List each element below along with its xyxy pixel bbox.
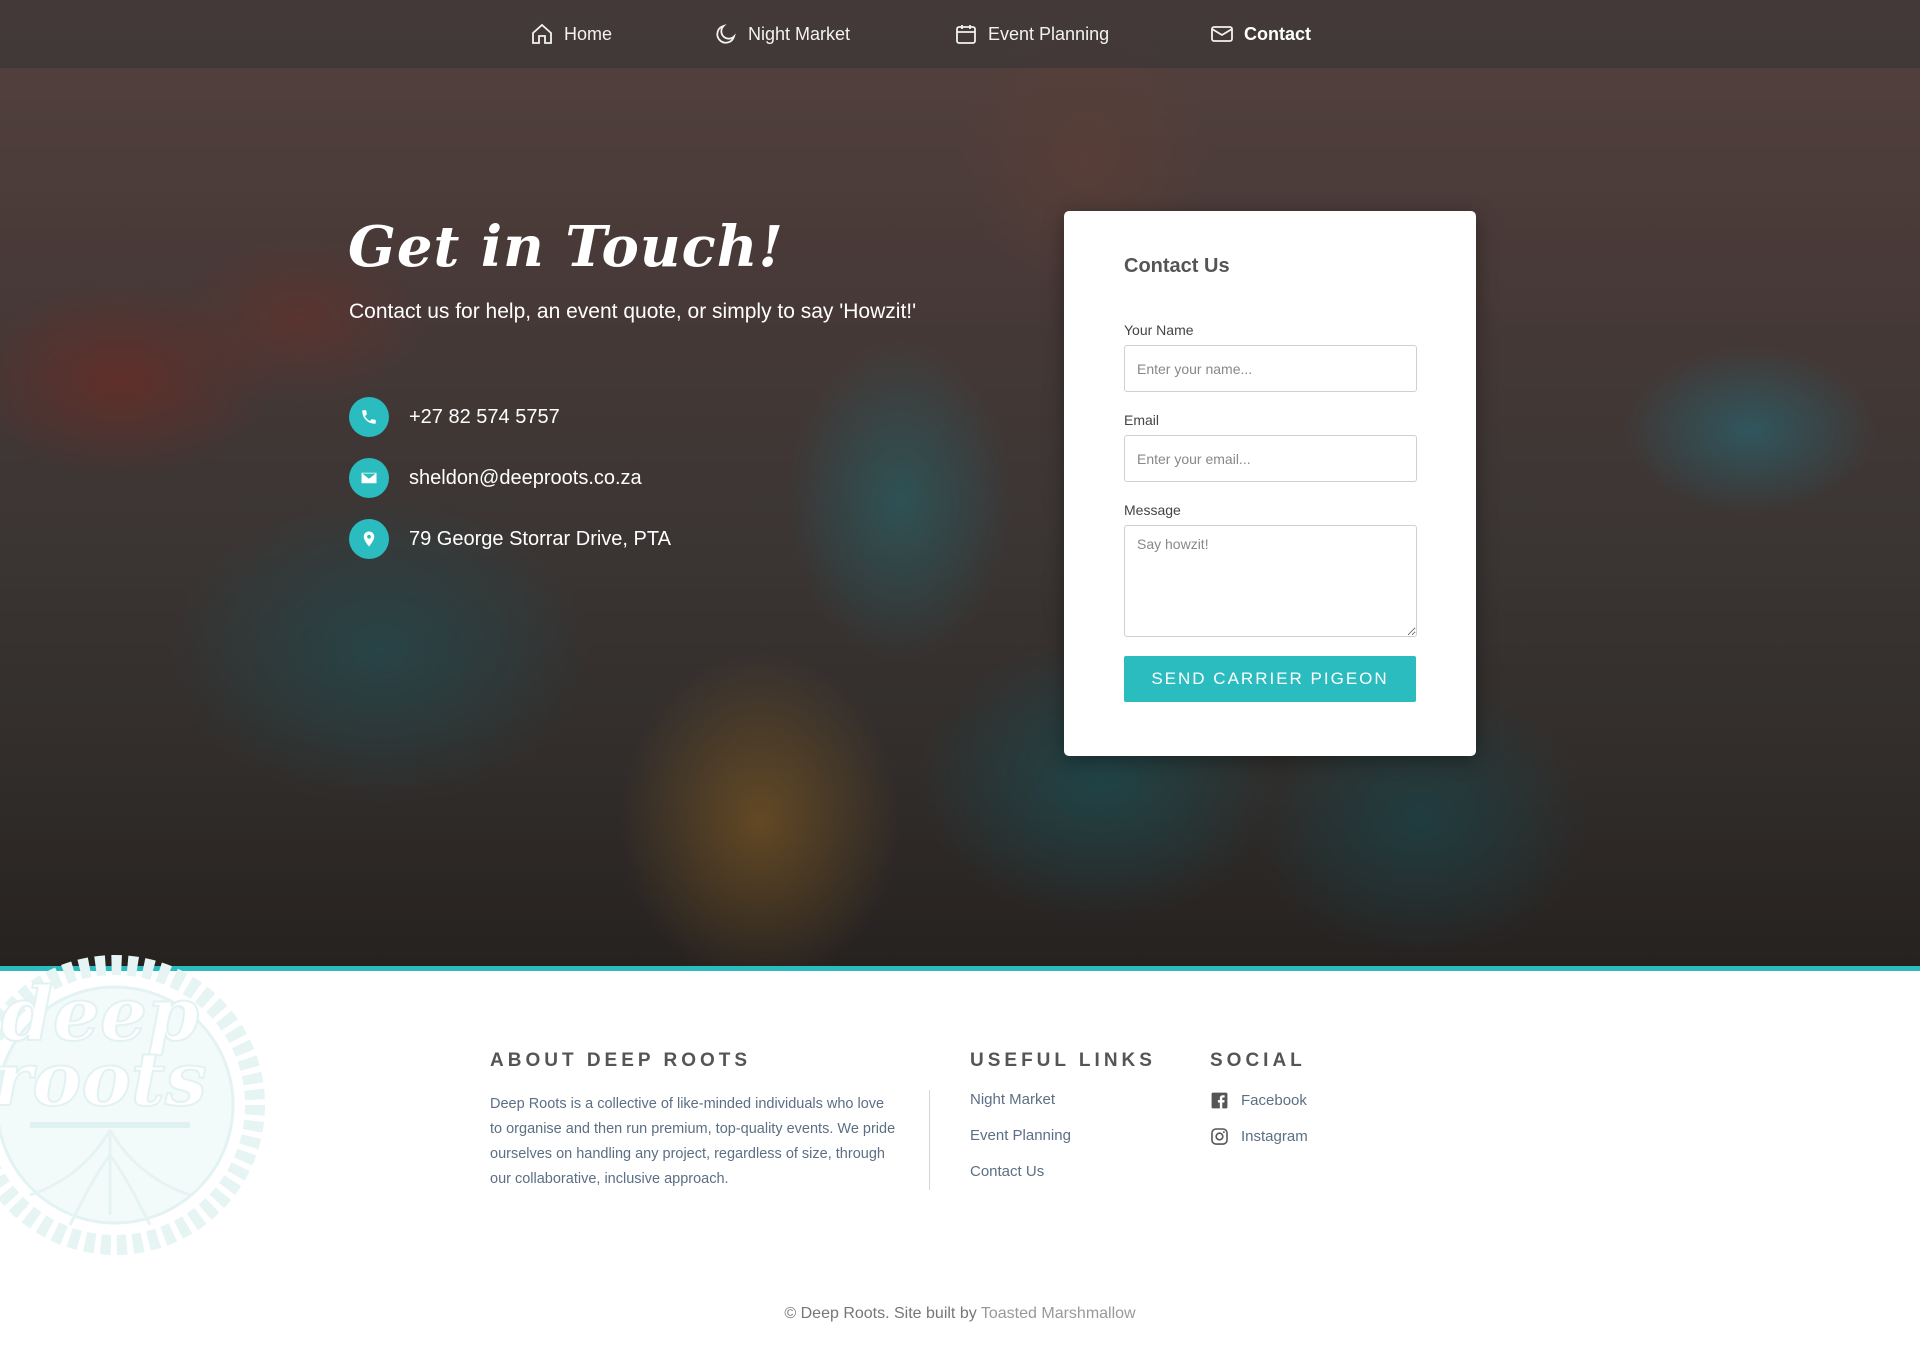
contact-email: sheldon@deeproots.co.za [349, 457, 642, 499]
home-icon [532, 23, 552, 44]
deep-roots-logo-badge: deep roots [0, 955, 265, 1255]
social-link-facebook[interactable]: Facebook [1210, 1089, 1307, 1111]
phone-icon [349, 397, 389, 437]
top-navigation: Home Night Market Event Planning Contact [0, 0, 1920, 68]
about-heading: ABOUT DEEP ROOTS [490, 1050, 752, 1071]
social-link-label: Instagram [1241, 1127, 1308, 1145]
email-input[interactable] [1124, 435, 1417, 482]
hero-subtitle: Contact us for help, an event quote, or … [349, 300, 917, 323]
email-label: Email [1124, 412, 1160, 428]
contact-address-text: 79 George Storrar Drive, PTA [409, 527, 671, 550]
social-heading: SOCIAL [1210, 1050, 1306, 1071]
footer-link-contact-us[interactable]: Contact Us [970, 1163, 1044, 1180]
footer-link-event-planning[interactable]: Event Planning [970, 1127, 1071, 1144]
hero-background [0, 0, 1920, 966]
nav-item-event-planning[interactable]: Event Planning [954, 20, 1109, 48]
contact-phone-text[interactable]: +27 82 574 5757 [409, 406, 560, 429]
nav-item-contact[interactable]: Contact [1210, 20, 1311, 48]
contact-form-card: Contact Us Your Name Email Message SEND … [1064, 211, 1476, 756]
copyright-text: © Deep Roots. Site built by [784, 1305, 977, 1322]
form-title: Contact Us [1124, 255, 1230, 277]
about-text: Deep Roots is a collective of like-minde… [490, 1096, 896, 1187]
contact-phone: +27 82 574 5757 [349, 396, 560, 438]
nav-item-label: Night Market [748, 23, 851, 44]
copyright: © Deep Roots. Site built by Toasted Mars… [0, 1305, 1920, 1323]
nav-item-label: Home [564, 23, 613, 44]
name-input[interactable] [1124, 345, 1417, 392]
nav-item-home[interactable]: Home [530, 20, 612, 48]
message-label: Message [1124, 502, 1181, 518]
contact-email-text[interactable]: sheldon@deeproots.co.za [409, 467, 642, 490]
contact-address: 79 George Storrar Drive, PTA [349, 518, 671, 560]
nav-item-label: Event Planning [988, 23, 1110, 44]
message-textarea[interactable] [1124, 525, 1417, 637]
links-heading: USEFUL LINKS [970, 1050, 1156, 1071]
name-label: Your Name [1124, 322, 1194, 338]
location-pin-icon [349, 519, 389, 559]
social-link-instagram[interactable]: Instagram [1210, 1125, 1308, 1147]
nav-item-label: Contact [1244, 23, 1311, 44]
footer-divider [929, 1090, 930, 1190]
hero-overlay [0, 0, 1920, 966]
social-link-label: Facebook [1241, 1091, 1307, 1109]
credit-link[interactable]: Toasted Marshmallow [981, 1305, 1136, 1322]
facebook-icon [1211, 1092, 1228, 1108]
nav-item-night-market[interactable]: Night Market [714, 20, 850, 48]
instagram-icon [1211, 1127, 1228, 1145]
moon-icon [716, 24, 736, 44]
mail-icon [1211, 26, 1233, 42]
footer-link-night-market[interactable]: Night Market [970, 1091, 1055, 1108]
calendar-icon [956, 25, 976, 44]
logo-text-roots: roots [0, 1037, 207, 1123]
hero-title: Get in Touch! [348, 214, 785, 280]
send-button[interactable]: SEND CARRIER PIGEON [1124, 656, 1416, 702]
envelope-icon [349, 458, 389, 498]
